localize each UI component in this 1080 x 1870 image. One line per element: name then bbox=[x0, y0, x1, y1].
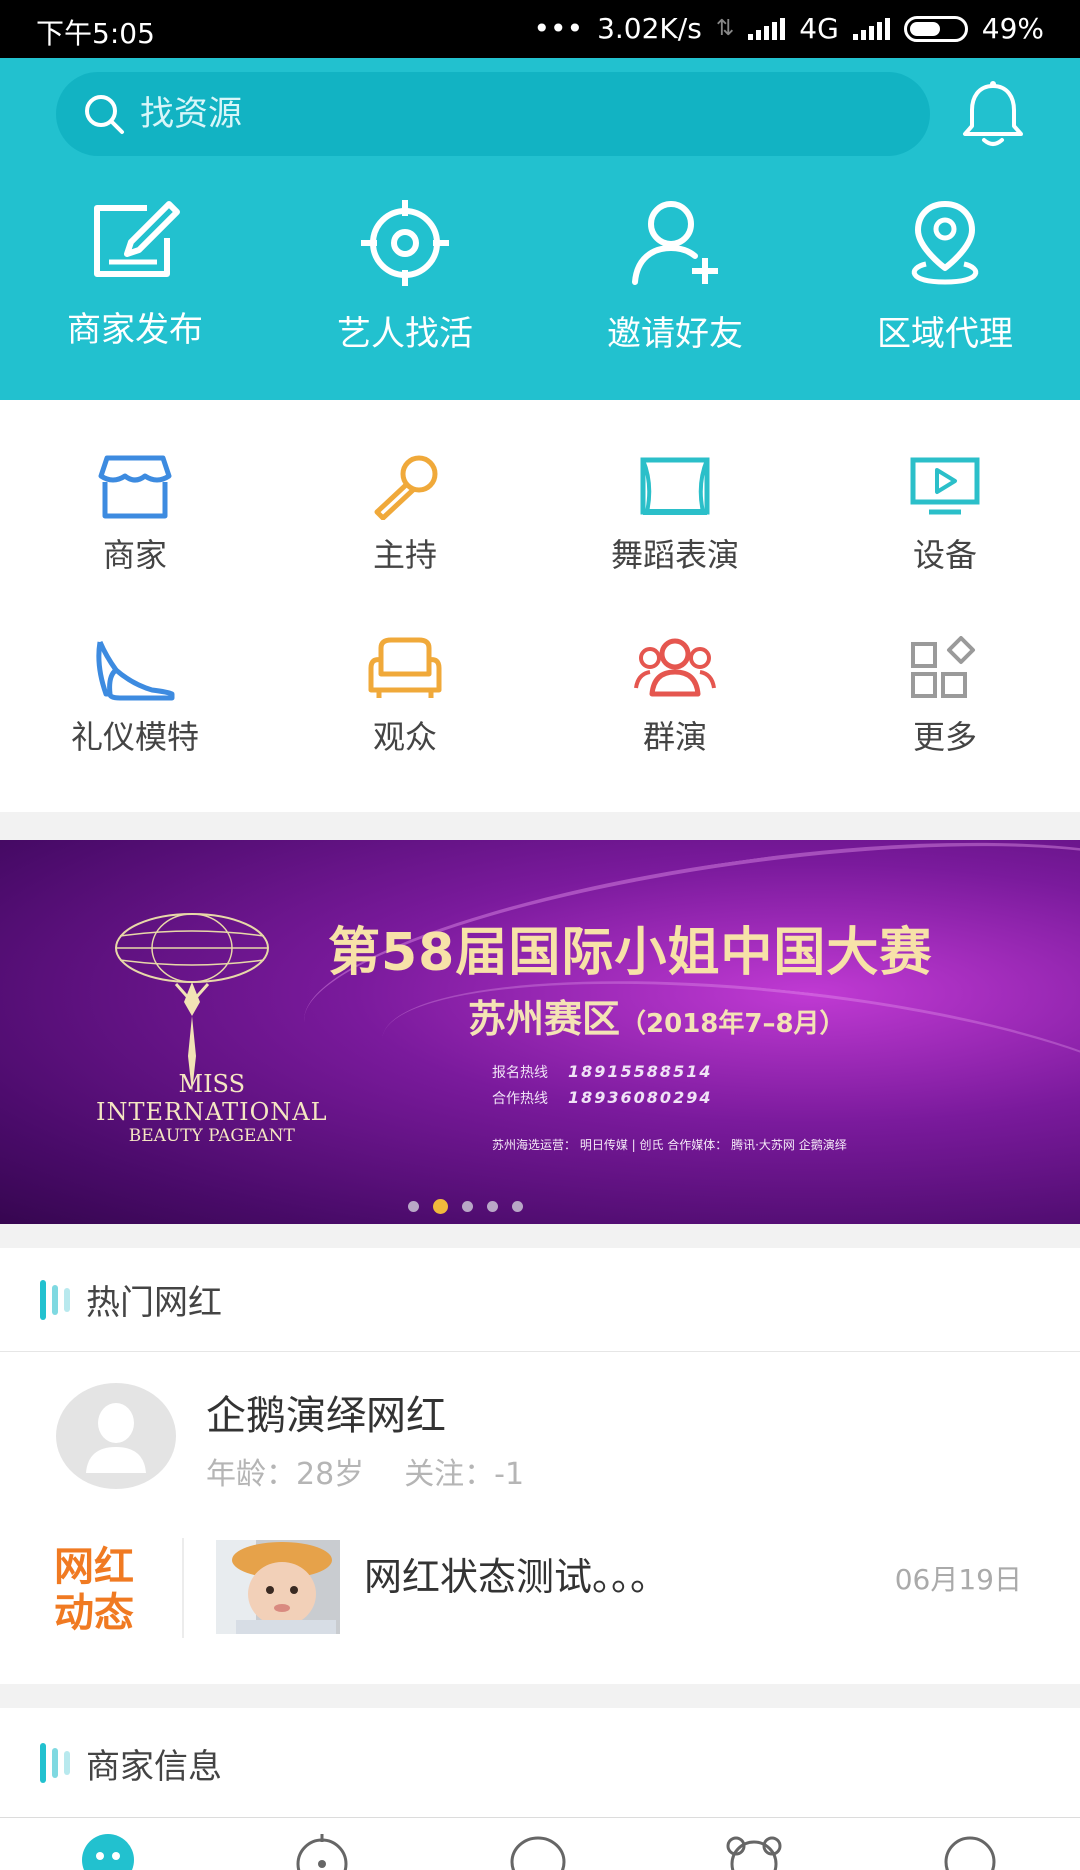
network-type: 4G bbox=[799, 12, 839, 45]
promo-banner[interactable]: MISS INTERNATIONAL BEAUTY PAGEANT 第58届国际… bbox=[0, 840, 1080, 1224]
banner-logo: MISS INTERNATIONAL BEAUTY PAGEANT bbox=[96, 1070, 328, 1146]
section-bars-icon bbox=[40, 1743, 70, 1783]
dynamic-date: 06月19日 bbox=[894, 1563, 1022, 1596]
category-label: 商家 bbox=[102, 536, 167, 574]
category-label: 更多 bbox=[912, 718, 977, 756]
status-bar: 下午5:05 ••• 3.02K/s ⇅ 4G 49% bbox=[0, 0, 1080, 58]
battery-percent: 49% bbox=[981, 12, 1044, 45]
search-bar[interactable] bbox=[56, 72, 930, 156]
quick-action-regional-agent[interactable]: 区域代理 bbox=[810, 198, 1080, 355]
data-arrows-icon: ⇅ bbox=[715, 16, 735, 41]
quick-action-invite-friends[interactable]: 邀请好友 bbox=[540, 198, 810, 355]
quick-action-label: 邀请好友 bbox=[607, 314, 743, 354]
pagination-dot-active[interactable] bbox=[432, 1199, 448, 1214]
user-placeholder-icon bbox=[86, 1403, 146, 1473]
category-label: 群演 bbox=[642, 718, 707, 756]
section-header: 商家信息 bbox=[0, 1708, 1080, 1818]
edit-icon bbox=[94, 201, 180, 277]
dynamic-thumbnail[interactable] bbox=[216, 1540, 340, 1634]
target-icon bbox=[361, 200, 449, 286]
stage-icon bbox=[640, 457, 710, 515]
quick-action-label: 艺人找活 bbox=[337, 314, 473, 354]
high-heel-icon bbox=[96, 641, 175, 701]
banner-sponsors: 苏州海选运营： 明日传媒 | 创氏 合作媒体： 腾讯·大苏网 企鹅演绎 bbox=[492, 1138, 847, 1152]
influencer-card[interactable]: 企鹅演绎网红 年龄：28岁 关注：-1 bbox=[0, 1353, 1080, 1493]
grid-icon bbox=[911, 636, 975, 698]
sofa-icon bbox=[368, 637, 442, 698]
dynamic-label: 网红动态 bbox=[54, 1544, 134, 1636]
status-time: 下午5:05 bbox=[36, 17, 155, 50]
influencer-name: 企鹅演绎网红 bbox=[206, 1393, 446, 1439]
category-more[interactable]: 更多 bbox=[810, 636, 1080, 758]
category-label: 观众 bbox=[372, 718, 437, 756]
header: 商家发布 艺人找活 邀请好友 bbox=[0, 58, 1080, 400]
category-label: 主持 bbox=[372, 536, 437, 574]
section-title: 热门网红 bbox=[86, 1283, 222, 1323]
category-equipment[interactable]: 设备 bbox=[810, 454, 1080, 576]
pagination-dot[interactable] bbox=[511, 1201, 523, 1212]
section-bars-icon bbox=[40, 1279, 70, 1320]
section-header: 热门网红 bbox=[0, 1248, 1080, 1352]
dynamic-text: 网红状态测试。。。 bbox=[364, 1555, 669, 1599]
influencer-follow: 关注：-1 bbox=[404, 1457, 525, 1492]
globe-trophy-icon bbox=[115, 913, 269, 1092]
screen-icon bbox=[910, 457, 980, 515]
signal-icon-2 bbox=[852, 17, 890, 40]
location-icon bbox=[911, 201, 979, 285]
category-grid: 商家 主持 舞蹈表演 设备 礼仪模特 观众 群演 更多 bbox=[0, 400, 1080, 812]
pagination-dot[interactable] bbox=[407, 1201, 419, 1212]
discover-icon[interactable] bbox=[292, 1830, 352, 1870]
profile-icon[interactable] bbox=[940, 1830, 1000, 1870]
banner-title: 第58届国际小姐中国大赛 bbox=[328, 923, 933, 983]
category-label: 舞蹈表演 bbox=[610, 536, 739, 574]
banner-hotline: 报名热线 18915588514 bbox=[492, 1062, 713, 1081]
add-user-icon bbox=[632, 201, 718, 285]
category-audience[interactable]: 观众 bbox=[270, 636, 540, 758]
category-etiquette-model[interactable]: 礼仪模特 bbox=[0, 636, 270, 758]
banner-pagination[interactable] bbox=[0, 1199, 1080, 1214]
bell-icon[interactable] bbox=[960, 80, 1026, 150]
more-dots-icon: ••• bbox=[533, 12, 584, 45]
message-icon[interactable] bbox=[508, 1830, 568, 1870]
merchant-info-section: 商家信息 bbox=[0, 1708, 1080, 1818]
network-speed: 3.02K/s bbox=[597, 12, 702, 45]
category-label: 设备 bbox=[912, 536, 977, 574]
banner-coop-line: 合作热线 18936080294 bbox=[492, 1088, 713, 1107]
section-title: 商家信息 bbox=[86, 1746, 222, 1787]
category-host[interactable]: 主持 bbox=[270, 454, 540, 576]
pagination-dot[interactable] bbox=[486, 1201, 498, 1212]
quick-action-artist-jobs[interactable]: 艺人找活 bbox=[270, 198, 540, 355]
search-icon bbox=[85, 95, 124, 134]
influencer-dynamic-row[interactable]: 网红动态 网红状态测试。。。 06月19日 bbox=[0, 1538, 1080, 1658]
influencer-age: 年龄：28岁 bbox=[206, 1457, 365, 1492]
bottom-nav bbox=[0, 1818, 1080, 1870]
community-icon[interactable] bbox=[724, 1830, 784, 1870]
quick-actions: 商家发布 艺人找活 邀请好友 区域代理 bbox=[0, 198, 1080, 355]
group-icon bbox=[634, 638, 716, 697]
divider bbox=[182, 1538, 184, 1638]
quick-action-label: 商家发布 bbox=[67, 310, 203, 350]
influencer-meta: 年龄：28岁 关注：-1 bbox=[206, 1449, 524, 1493]
shop-icon bbox=[98, 455, 172, 519]
signal-icon bbox=[748, 17, 786, 40]
pagination-dot[interactable] bbox=[461, 1201, 473, 1212]
category-merchant[interactable]: 商家 bbox=[0, 454, 270, 576]
hot-influencer-section: 热门网红 企鹅演绎网红 年龄：28岁 关注：-1 网红动态 网红状态测试。。。 … bbox=[0, 1248, 1080, 1684]
quick-action-label: 区域代理 bbox=[877, 314, 1013, 354]
avatar[interactable] bbox=[56, 1383, 176, 1489]
search-input[interactable] bbox=[140, 94, 840, 134]
home-mascot-icon[interactable] bbox=[78, 1830, 138, 1870]
category-dance[interactable]: 舞蹈表演 bbox=[540, 454, 810, 576]
banner-subtitle: 苏州赛区（2018年7–8月） bbox=[468, 997, 846, 1041]
quick-action-merchant-publish[interactable]: 商家发布 bbox=[0, 198, 270, 355]
category-extras[interactable]: 群演 bbox=[540, 636, 810, 758]
category-label: 礼仪模特 bbox=[70, 718, 199, 756]
microphone-icon bbox=[374, 455, 438, 520]
battery-icon bbox=[903, 15, 968, 42]
